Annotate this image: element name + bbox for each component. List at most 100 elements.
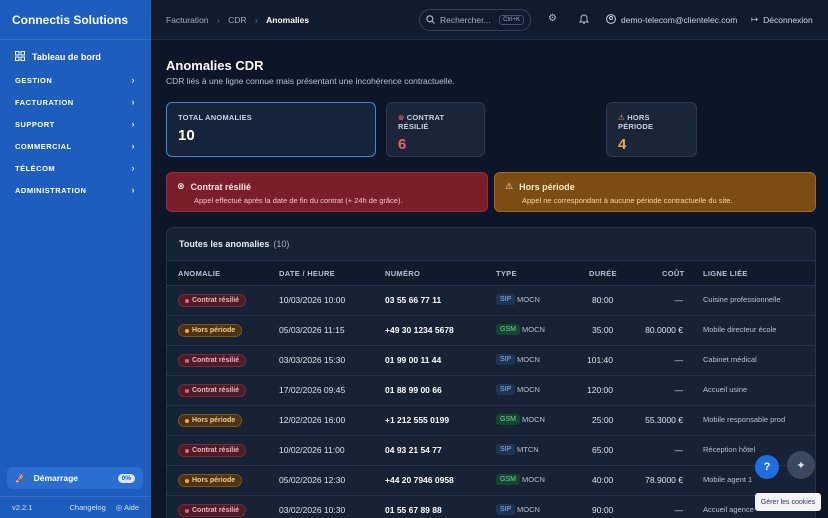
anomaly-label: Contrat résilié [192, 447, 240, 454]
call-duration: 40:00 [592, 475, 614, 485]
linked-line[interactable]: Réception hôtel [703, 445, 755, 454]
status-dot-icon [185, 418, 189, 423]
anomaly-badge: Hors période [178, 474, 243, 487]
tech-tag: GSM [496, 324, 520, 335]
call-type: MOCN [517, 505, 540, 514]
call-cost: — [674, 445, 684, 455]
table-row[interactable]: Contrat résilié 03/03/2026 15:30 01 99 00 … [167, 345, 815, 375]
sidebar-item-dashboard[interactable]: Tableau de bord [0, 40, 151, 63]
stat-card-hors-periode[interactable]: ⚠ HORS PÉRIODE 4 [606, 102, 697, 157]
linked-line[interactable]: Cabinet médical [703, 355, 757, 364]
chevron-right-icon: › [131, 163, 135, 173]
sidebar-section-5[interactable]: ADMINISTRATION › [0, 179, 151, 201]
sidebar-section-label: SUPPORT [15, 119, 55, 129]
stat-label: TOTAL ANOMALIES [178, 113, 252, 122]
status-dot-icon [185, 478, 189, 483]
changelog-link[interactable]: Changelog [69, 503, 105, 512]
status-dot-icon [185, 508, 189, 513]
linked-line[interactable]: Mobile agent 1 [703, 475, 752, 484]
call-number: 04 93 21 54 77 [385, 445, 442, 455]
stat-label: ⚠ HORS PÉRIODE [618, 113, 685, 131]
table-row[interactable]: Contrat résilié 03/02/2026 10:30 01 55 67 … [167, 495, 815, 518]
col-header-type[interactable]: TYPE [496, 269, 517, 278]
sidebar-section-0[interactable]: GESTION › [0, 69, 151, 91]
search-icon [426, 14, 435, 26]
page-subtitle: CDR liés à une ligne connue mais présent… [166, 76, 455, 86]
anomaly-label: Hors période [192, 417, 236, 424]
call-duration: 90:00 [592, 505, 614, 515]
linked-line[interactable]: Accueil agence [703, 505, 754, 514]
col-header-ligne[interactable]: LIGNE LIÉE [703, 269, 748, 278]
call-cost: 55.3000 € [645, 415, 683, 425]
table-row[interactable]: Hors période 05/03/2026 11:15 +49 30 1234 … [167, 315, 815, 345]
table-title: Toutes les anomalies (10) [167, 228, 815, 260]
stat-card-resilie[interactable]: ⊗ CONTRAT RÉSILIÉ 6 [386, 102, 485, 157]
call-cost: — [674, 295, 684, 305]
call-cost: — [674, 385, 684, 395]
tech-tag: GSM [496, 414, 520, 425]
tech-tag: SIP [496, 444, 516, 455]
cookie-settings-button[interactable]: Gérer les cookies [755, 493, 821, 511]
col-header-cout[interactable]: COÛT [662, 269, 684, 278]
alert-description: Appel effectué après la date de fin du c… [194, 196, 403, 205]
call-duration: 35:00 [592, 325, 614, 335]
call-type: MOCN [517, 385, 540, 394]
call-datetime: 05/02/2026 12:30 [279, 475, 346, 485]
onboarding-start-button[interactable]: 🚀 Démarrage 0% [7, 467, 143, 489]
linked-line[interactable]: Accueil usine [703, 385, 747, 394]
call-number: 01 55 67 89 88 [385, 505, 442, 515]
table-row[interactable]: Contrat résilié 10/03/2026 10:00 03 55 66 … [167, 285, 815, 315]
call-datetime: 05/03/2026 11:15 [279, 325, 345, 335]
breadcrumb-cdr[interactable]: CDR [228, 15, 246, 25]
col-header-duree[interactable]: DURÉE [589, 269, 617, 278]
bell-icon[interactable] [578, 13, 590, 27]
tech-tag: GSM [496, 474, 520, 485]
call-duration: 65:00 [592, 445, 614, 455]
sidebar-section-label: TÉLÉCOM [15, 163, 56, 173]
tech-tag: SIP [496, 354, 516, 365]
anomaly-label: Contrat résilié [192, 387, 240, 394]
table-row[interactable]: Contrat résilié 10/02/2026 11:00 04 93 21 … [167, 435, 815, 465]
sidebar-section-3[interactable]: COMMERCIAL › [0, 135, 151, 157]
call-duration: 25:00 [592, 415, 614, 425]
linked-line[interactable]: Mobile directeur école [703, 325, 776, 334]
call-duration: 120:00 [587, 385, 613, 395]
col-header-numero[interactable]: NUMÉRO [385, 269, 420, 278]
alert-hors-periode: ⚠ Hors période Appel ne correspondant à a… [494, 172, 816, 212]
col-header-date[interactable]: DATE / HEURE [279, 269, 335, 278]
stat-value: 10 [178, 127, 195, 144]
sidebar-section-4[interactable]: TÉLÉCOM › [0, 157, 151, 179]
help-fab-button[interactable]: ? [755, 455, 779, 479]
brand-logo[interactable]: Connectis Solutions [0, 0, 151, 40]
stat-card-total[interactable]: TOTAL ANOMALIES 10 [166, 102, 376, 157]
call-type: MOCN [522, 325, 545, 334]
settings-sliders-icon[interactable]: ⚙ [548, 13, 557, 24]
chevron-right-icon: › [254, 14, 258, 25]
breadcrumb: Facturation › CDR › Anomalies [166, 15, 309, 25]
sidebar-section-2[interactable]: SUPPORT › [0, 113, 151, 135]
sidebar-item-label: Tableau de bord [32, 52, 101, 62]
table-row[interactable]: Hors période 05/02/2026 12:30 +44 20 7946 … [167, 465, 815, 495]
call-datetime: 10/02/2026 11:00 [279, 445, 345, 455]
linked-line[interactable]: Mobile responsable prod [703, 415, 785, 424]
chevron-right-icon: › [131, 119, 135, 129]
assistant-fab-button[interactable]: ✦ [787, 451, 815, 479]
sidebar-footer: v2.2.1 Changelog ◎ Aide [0, 496, 151, 518]
logout-button[interactable]: ↦ Déconnexion [751, 14, 813, 25]
help-link[interactable]: ◎ Aide [116, 503, 139, 512]
breadcrumb-facturation[interactable]: Facturation [166, 15, 209, 25]
sidebar-section-1[interactable]: FACTURATION › [0, 91, 151, 113]
logout-label: Déconnexion [763, 14, 813, 25]
call-number: +1 212 555 0199 [385, 415, 450, 425]
stat-value: 6 [398, 136, 407, 153]
call-number: +49 30 1234 5678 [385, 325, 454, 335]
stat-label: ⊗ CONTRAT RÉSILIÉ [398, 113, 473, 131]
table-row[interactable]: Contrat résilié 17/02/2026 09:45 01 88 99 … [167, 375, 815, 405]
chevron-right-icon: › [131, 75, 135, 85]
table-row[interactable]: Hors période 12/02/2026 16:00 +1 212 555 0… [167, 405, 815, 435]
help-label: Aide [123, 503, 139, 512]
linked-line[interactable]: Cuisine professionnelle [703, 295, 781, 304]
search-input[interactable]: Rechercher... Ctrl+K [419, 9, 531, 31]
col-header-anomalie[interactable]: ANOMALIE [178, 269, 220, 278]
user-menu[interactable]: demo-telecom@clientelec.com [606, 14, 737, 26]
